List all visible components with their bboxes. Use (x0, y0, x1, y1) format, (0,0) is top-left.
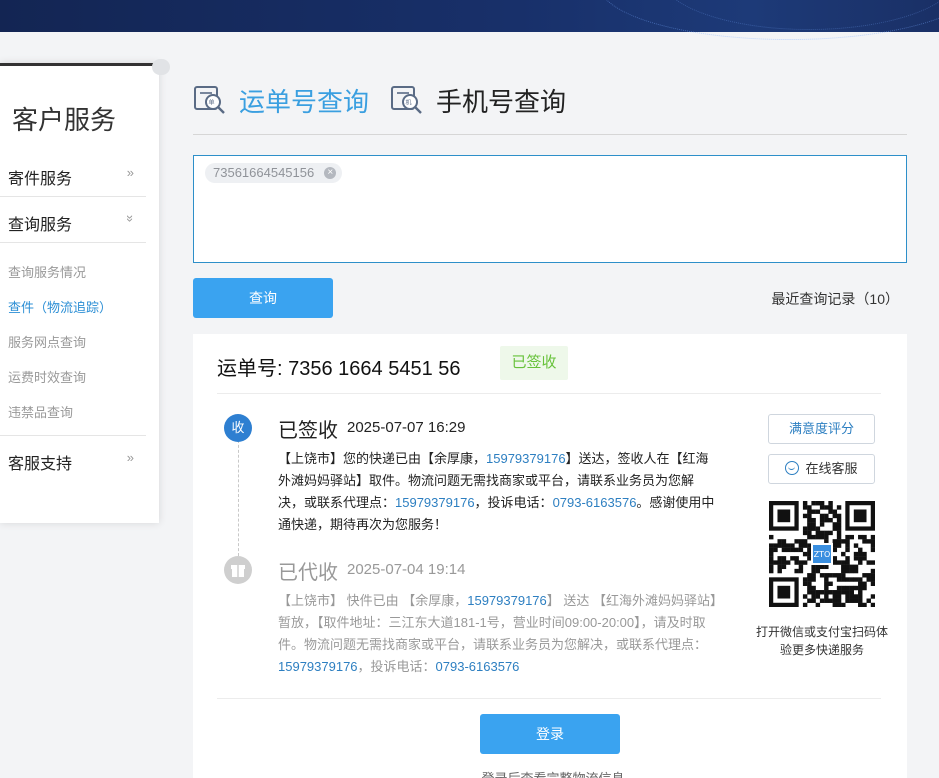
sidebar-subitem-track[interactable]: 查件（物流追踪） (8, 297, 112, 316)
svg-text:机: 机 (406, 99, 412, 107)
event-time: 2025-07-07 16:29 (347, 419, 466, 436)
divider (217, 393, 881, 394)
chevron-right-icon: » (126, 450, 134, 465)
chevron-down-icon: » (122, 214, 138, 223)
login-button[interactable]: 登录 (480, 714, 620, 754)
sidebar-item-support[interactable]: 客服支持 » (0, 435, 146, 481)
sidebar: 客户服务 寄件服务 » 查询服务 » 查询服务情况 查件（物流追踪） 服务网点查… (0, 59, 170, 523)
qr-logo: ZTO (814, 550, 831, 559)
event-text: ，投诉电话： (357, 659, 436, 674)
sidebar-title: 客户服务 (12, 105, 117, 135)
sidebar-subitem-prohibited[interactable]: 违禁品查询 (8, 402, 73, 421)
top-banner (0, 0, 939, 40)
sidebar-item-label: 寄件服务 (8, 171, 73, 188)
sidebar-top-line (0, 63, 159, 66)
close-icon[interactable]: × (324, 167, 337, 179)
login-hint: 登录后查看完整物流信息 (473, 768, 633, 778)
phone-search-icon: 机 (391, 86, 422, 114)
recent-queries-link[interactable]: 最近查询记录（10） (771, 289, 899, 309)
sidebar-item-send[interactable]: 寄件服务 » (0, 151, 146, 197)
sidebar-handle (152, 59, 170, 75)
phone-link[interactable]: 15979379176 (278, 659, 358, 674)
online-service-label: 在线客服 (805, 461, 858, 476)
event-description: 【上饶市】您的快递已由【余厚康，15979379176】送达，签收人在【红海外滩… (278, 448, 718, 536)
waybill-input[interactable]: 73561664545156 × (193, 155, 907, 263)
event-title: 已代收 (278, 562, 338, 584)
result-card: 运单号: 7356 1664 5451 56 已签收 收 已签收 2025-07… (193, 334, 907, 778)
timeline-node-received: 收 (224, 414, 252, 442)
tab-label: 手机号查询 (436, 86, 567, 117)
tab-label: 运单号查询 (239, 86, 370, 117)
event-text: ，投诉电话： (474, 495, 553, 510)
event-description: 【上饶市】 快件已由 【余厚康，15979379176】 送达 【红海外滩妈妈驿… (278, 590, 718, 678)
phone-link[interactable]: 0793-6163576 (553, 495, 637, 510)
gift-icon (224, 556, 252, 584)
tab-phone[interactable]: 机 手机号查询 (390, 80, 566, 120)
online-service-button[interactable]: 在线客服 (768, 454, 875, 484)
tab-waybill[interactable]: 单 运单号查询 (193, 80, 369, 120)
phone-link[interactable]: 15979379176 (395, 495, 475, 510)
rating-button[interactable]: 满意度评分 (768, 414, 875, 444)
event-time: 2025-07-04 19:14 (347, 561, 466, 578)
status-badge: 已签收 (500, 346, 568, 380)
event-text: 【上饶市】 快件已由 【余厚康， (278, 593, 468, 608)
phone-link[interactable]: 15979379176 (486, 451, 566, 466)
chevron-right-icon: » (126, 165, 134, 180)
sidebar-item-query[interactable]: 查询服务 » (0, 197, 146, 243)
phone-link[interactable]: 15979379176 (467, 593, 547, 608)
event-title: 已签收 (278, 420, 338, 442)
phone-link[interactable]: 0793-6163576 (436, 659, 520, 674)
divider (217, 698, 881, 699)
event-text: 【上饶市】您的快递已由【余厚康， (278, 451, 487, 466)
query-button[interactable]: 查询 (193, 278, 333, 318)
sidebar-subitem-freight[interactable]: 运费时效查询 (8, 367, 86, 386)
waybill-search-icon: 单 (194, 86, 225, 114)
sidebar-item-label: 查询服务 (8, 217, 73, 234)
waybill-number: 运单号: 7356 1664 5451 56 (217, 358, 461, 380)
sidebar-item-label: 客服支持 (8, 456, 73, 473)
qr-code: ZTO (769, 501, 875, 607)
svg-text:单: 单 (209, 99, 215, 107)
query-tabs: 单 运单号查询 机 手机号查询 (193, 80, 907, 135)
timeline-line (238, 440, 239, 556)
chat-icon (785, 461, 800, 475)
waybill-tag-text: 73561664545156 (213, 165, 315, 180)
sidebar-subitem-service-status[interactable]: 查询服务情况 (8, 262, 86, 281)
waybill-tag: 73561664545156 × (205, 163, 343, 183)
sidebar-subitem-outlets[interactable]: 服务网点查询 (8, 332, 86, 351)
qr-caption: 打开微信或支付宝扫码体验更多快递服务 (755, 625, 888, 657)
